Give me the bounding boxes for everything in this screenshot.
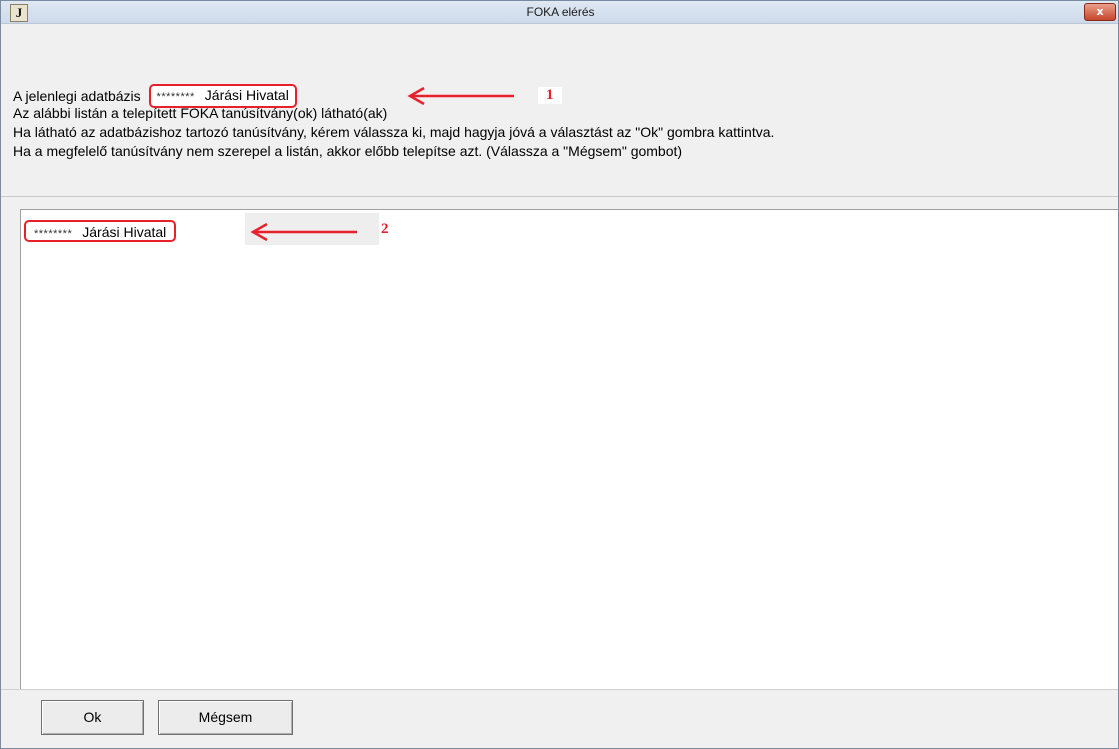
close-button[interactable]: x	[1084, 3, 1116, 21]
current-database-line: A jelenlegi adatbázis ******** Járási Hiv…	[13, 84, 1113, 108]
info-line-3: Ha látható az adatbázishoz tartozó tanús…	[13, 124, 775, 140]
annotation-marker-2: 2	[381, 221, 389, 237]
database-mask: ********	[156, 91, 195, 103]
title-bar[interactable]: J FOKA elérés x	[1, 1, 1118, 24]
annotation-arrow-1-icon	[407, 87, 514, 105]
certificate-name: Járási Hivatal	[82, 224, 167, 240]
cancel-button[interactable]: Mégsem	[158, 700, 293, 735]
info-text: A jelenlegi adatbázis ******** Járási Hiv…	[13, 84, 1113, 161]
database-name: Járási Hivatal	[204, 87, 289, 103]
current-database-label: A jelenlegi adatbázis	[13, 88, 141, 104]
ok-button[interactable]: Ok	[41, 700, 144, 735]
info-line-4: Ha a megfelelő tanúsítvány nem szerepel …	[13, 143, 683, 159]
certificate-list-item[interactable]: ******** Járási Hivatal	[24, 220, 177, 242]
window-title: FOKA elérés	[526, 5, 595, 19]
current-database-value: ******** Járási Hivatal	[148, 84, 297, 108]
certificate-list[interactable]: ******** Járási Hivatal	[20, 209, 1118, 689]
annotation-marker-1: 1	[538, 87, 562, 104]
dialog-window: J FOKA elérés x A jelenlegi adatbázis **…	[0, 0, 1119, 749]
annotation-arrow-2-icon	[250, 223, 357, 241]
divider	[1, 196, 1118, 197]
certificate-mask: ********	[34, 228, 73, 240]
